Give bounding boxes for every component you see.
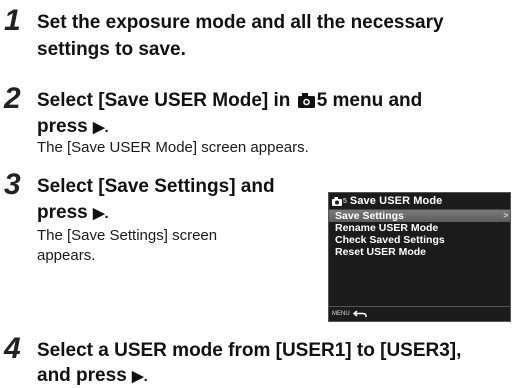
- step-3: 3 Select [Save Settings] and press ▶. Th…: [0, 162, 320, 272]
- menu-item-save-settings[interactable]: Save Settings >: [329, 210, 510, 222]
- menu-title: Save USER Mode: [349, 195, 443, 207]
- step-number: 2: [4, 82, 21, 115]
- step-title-line1: Select [Save USER Mode] in 5 menu and: [37, 89, 422, 114]
- step-title-line1: Select a USER mode from [USER1] to [USER…: [37, 340, 462, 361]
- right-arrow-icon: ▶.: [92, 119, 109, 136]
- step-number: 4: [4, 332, 21, 365]
- step-title-line2: settings to save.: [37, 39, 186, 60]
- step-description-line2: appears.: [37, 247, 96, 264]
- right-arrow-icon: ▶.: [132, 368, 148, 385]
- camera-menu-screen: 5 Save USER Mode Save Settings > Rename …: [328, 192, 511, 322]
- step-number: 3: [4, 168, 21, 201]
- step-title-line2: press ▶.: [37, 201, 109, 225]
- step-4: 4 Select a USER mode from [USER1] to [US…: [0, 330, 516, 387]
- title-text: press: [37, 116, 93, 137]
- menu-header: 5 Save USER Mode: [329, 193, 510, 210]
- menu-item-rename-user-mode[interactable]: Rename USER Mode: [335, 222, 505, 234]
- camera-icon: [297, 91, 315, 114]
- step-title-line1: Select [Save Settings] and: [37, 176, 275, 197]
- step-2: 2 Select [Save USER Mode] in 5 menu and …: [0, 76, 516, 157]
- chevron-right-icon: >: [503, 211, 508, 220]
- menu-item-reset-user-mode[interactable]: Reset USER Mode: [335, 246, 505, 258]
- step-1: 1 Set the exposure mode and all the nece…: [0, 0, 516, 70]
- menu-footer: MENU: [329, 306, 510, 321]
- menu-item-check-saved-settings[interactable]: Check Saved Settings: [335, 234, 505, 246]
- title-text: and press: [37, 365, 133, 386]
- step-description: The [Save USER Mode] screen appears.: [37, 139, 309, 156]
- title-text: 5 menu and: [316, 90, 423, 111]
- camera-icon: [332, 196, 342, 206]
- step-title-line1: Set the exposure mode and all the necess…: [37, 12, 444, 33]
- menu-item-label: Save Settings: [335, 210, 404, 222]
- step-title-line2: press ▶.: [37, 115, 109, 139]
- step-number: 1: [4, 4, 21, 37]
- step-description-line1: The [Save Settings] screen: [37, 227, 218, 244]
- right-arrow-icon: ▶.: [92, 205, 109, 222]
- menu-button-label: MENU: [332, 311, 350, 317]
- menu-tab-number: 5: [343, 197, 347, 205]
- step-title-line2: and press ▶.: [37, 364, 148, 388]
- title-text: press: [37, 202, 93, 223]
- back-arrow-icon: [352, 310, 367, 318]
- title-text: Select [Save USER Mode] in: [37, 90, 296, 111]
